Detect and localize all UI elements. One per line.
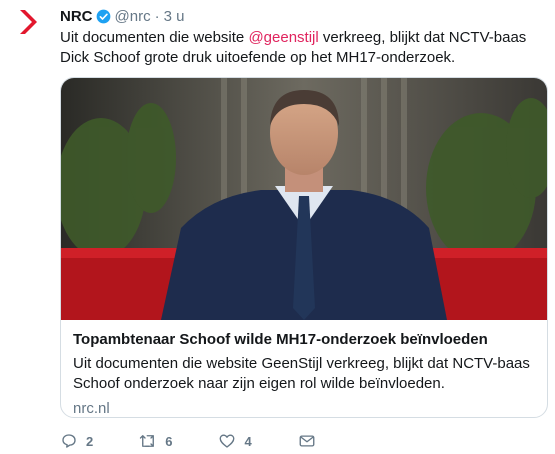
reply-count: 2 [86,433,94,449]
like-count: 4 [244,433,252,449]
retweet-icon [140,435,155,447]
like-button[interactable]: 4 [218,432,252,450]
tweet-header: NRC @nrc · 3 u [60,6,548,26]
card-image [61,78,547,320]
retweet-count: 6 [165,433,173,449]
tweet-content: NRC @nrc · 3 u Uit documenten die websit… [60,6,548,418]
nrc-logo-icon [20,10,37,34]
card-domain: nrc.nl [73,400,110,417]
link-card[interactable]: Topambtenaar Schoof wilde MH17-onderzoek… [60,77,548,418]
tweet-text: Uit documenten die website @geenstijl ve… [60,28,548,68]
reply-button[interactable]: 2 [60,432,93,450]
reply-icon [62,434,76,448]
author-handle[interactable]: @nrc [115,8,151,25]
avatar[interactable] [8,8,48,48]
author-name[interactable]: NRC [60,8,93,25]
timestamp[interactable]: 3 u [164,8,185,25]
tweet-text-before: Uit documenten die website [60,29,249,46]
verified-icon [96,9,111,24]
tweet-actions: 2 6 4 [60,432,362,450]
retweet-button[interactable]: 6 [139,432,172,450]
card-title: Topambtenaar Schoof wilde MH17-onderzoek… [73,331,488,348]
card-description: Uit documenten die website GeenStijl ver… [73,355,530,392]
heart-icon [220,434,235,448]
card-body: Topambtenaar Schoof wilde MH17-onderzoek… [61,320,547,417]
envelope-icon [299,435,315,447]
separator: · [154,7,160,25]
direct-message-button[interactable] [298,432,316,450]
mention-link[interactable]: @geenstijl [248,29,318,46]
